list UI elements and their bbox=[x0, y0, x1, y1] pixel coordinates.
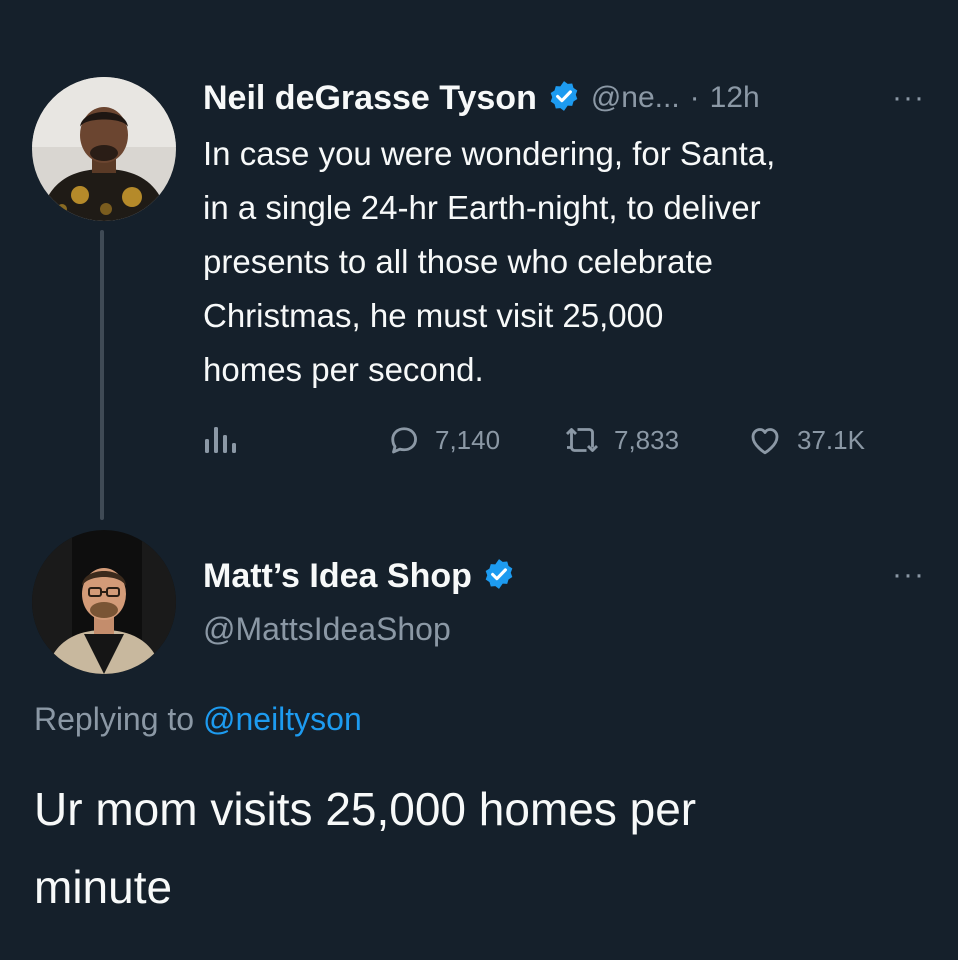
tweet-line: homes per second. bbox=[203, 351, 484, 388]
analytics-button[interactable] bbox=[203, 420, 239, 460]
tweet-timestamp[interactable]: 12h bbox=[710, 81, 760, 115]
tweet-line: In case you were wondering, for Santa, bbox=[203, 135, 776, 172]
reply-count: 7,140 bbox=[435, 424, 501, 455]
avatar-matt-image bbox=[32, 530, 176, 674]
analytics-icon bbox=[205, 427, 236, 453]
verified-badge-icon bbox=[547, 79, 581, 118]
tweet-line: Christmas, he must visit 25,000 bbox=[203, 297, 664, 334]
replying-to-handle-link[interactable]: @neiltyson bbox=[203, 701, 362, 737]
thread-connector-line bbox=[100, 230, 104, 520]
reply-more-options-icon[interactable]: ··· bbox=[892, 560, 925, 590]
header-separator: · bbox=[689, 81, 700, 114]
author-name[interactable]: Neil deGrasse Tyson bbox=[203, 79, 537, 118]
like-count: 37.1K bbox=[797, 424, 865, 455]
retweet-button[interactable]: 7,833 bbox=[562, 420, 679, 460]
avatar-matt[interactable] bbox=[32, 530, 176, 674]
tweet-header: Neil deGrasse Tyson @ne... · 12h bbox=[203, 74, 760, 122]
reply-line: Ur mom visits 25,000 homes per bbox=[34, 783, 697, 835]
author-handle[interactable]: @ne... bbox=[591, 81, 680, 115]
tweet-line: presents to all those who celebrate bbox=[203, 243, 713, 280]
reply-header: Matt’s Idea Shop bbox=[203, 551, 516, 601]
tweet-line: in a single 24-hr Earth-night, to delive… bbox=[203, 189, 761, 226]
verified-badge-icon bbox=[482, 557, 516, 596]
replying-to-line: Replying to @neiltyson bbox=[34, 697, 362, 741]
retweet-count: 7,833 bbox=[614, 424, 680, 455]
reply-button[interactable]: 7,140 bbox=[385, 420, 500, 460]
heart-icon bbox=[751, 428, 779, 455]
tweet-body: In case you were wondering, for Santa, i… bbox=[203, 127, 775, 397]
reply-body: Ur mom visits 25,000 homes per minute bbox=[34, 770, 696, 926]
reply-author-name[interactable]: Matt’s Idea Shop bbox=[203, 557, 472, 596]
like-button[interactable]: 37.1K bbox=[745, 420, 865, 460]
replying-to-label: Replying to bbox=[34, 701, 195, 737]
avatar-neil-image bbox=[32, 77, 176, 221]
more-options-icon[interactable]: ··· bbox=[892, 83, 925, 113]
reply-icon bbox=[391, 427, 417, 454]
reply-author-handle[interactable]: @MattsIdeaShop bbox=[203, 607, 451, 651]
avatar-neil[interactable] bbox=[32, 77, 176, 221]
reply-line: minute bbox=[34, 861, 173, 913]
retweet-icon bbox=[565, 428, 599, 452]
